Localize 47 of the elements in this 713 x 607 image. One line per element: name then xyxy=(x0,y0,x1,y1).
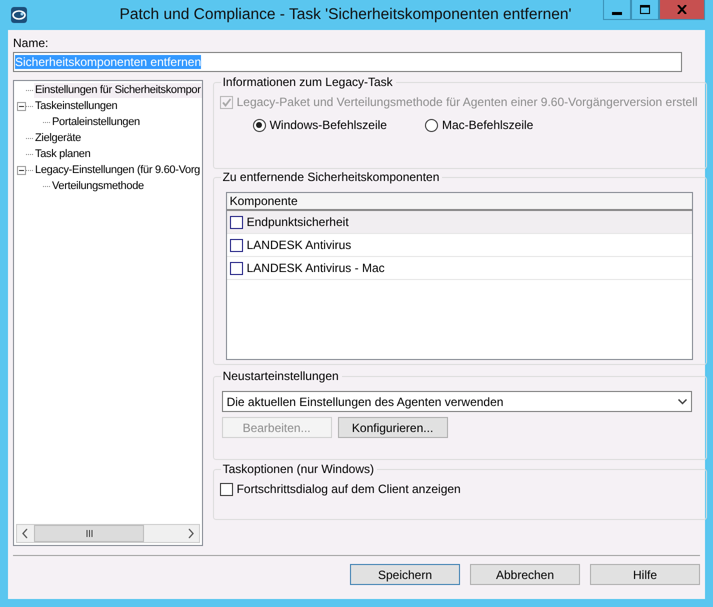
radio-button[interactable] xyxy=(252,118,266,132)
tree-item[interactable]: Task planen xyxy=(34,146,92,162)
scrollbar-thumb[interactable] xyxy=(34,525,144,542)
group-title: Informationen zum Legacy-Task xyxy=(220,75,396,89)
dialog-button[interactable]: Hilfe xyxy=(590,564,700,585)
table-row[interactable]: LANDESK Antivirus xyxy=(226,234,692,257)
dialog-button[interactable]: Speichern xyxy=(350,564,460,585)
component-name: Endpunktsicherheit xyxy=(246,215,349,229)
table-row[interactable]: LANDESK Antivirus - Mac xyxy=(226,257,692,280)
checkbox[interactable] xyxy=(230,216,243,228)
group-title: Zu entfernende Sicherheitskomponenten xyxy=(220,170,442,184)
maximize-button[interactable] xyxy=(631,0,659,20)
window-title: Patch und Compliance - Task 'Sicherheitskomponenten entfernen' xyxy=(118,6,572,24)
group-title: Neustarteinstellungen xyxy=(220,369,342,383)
component-name: LANDESK Antivirus xyxy=(246,238,352,252)
tree-item[interactable]: Portaleinstellungen xyxy=(51,114,141,130)
checkbox[interactable] xyxy=(230,238,243,252)
radio-label: Windows-Befehlszeile xyxy=(270,118,387,132)
table-row[interactable]: Endpunktsicherheit xyxy=(226,211,692,234)
minimize-button[interactable] xyxy=(603,0,631,20)
close-button[interactable] xyxy=(659,0,705,20)
tree-item[interactable]: Zielgeräte xyxy=(34,130,82,146)
close-icon xyxy=(677,5,687,14)
checkbox[interactable] xyxy=(230,262,243,274)
group-title: Taskoptionen (nur Windows) xyxy=(220,462,377,476)
tree-item[interactable]: Legacy-Einstellungen (für 9.60-Vorg xyxy=(34,162,201,178)
radio-label: Mac-Befehlszeile xyxy=(442,118,534,132)
horizontal-scrollbar[interactable] xyxy=(16,524,200,543)
name-label: Name: xyxy=(13,36,50,50)
restart-dropdown[interactable]: Die aktuellen Einstellungen des Agenten verwenden xyxy=(222,391,692,412)
checkbox-label: Legacy-Paket und Verteilungsmethode für Agenten einer 9.60-Vorgängerversion erstell xyxy=(236,95,698,109)
tree-item[interactable]: Taskeinstellungen xyxy=(34,98,118,114)
maximize-icon xyxy=(640,5,650,14)
tree-item[interactable]: Einstellungen für Sicherheitskompor xyxy=(34,82,202,98)
app-icon xyxy=(10,6,28,24)
grip-icon xyxy=(86,530,92,537)
checkbox[interactable] xyxy=(220,482,233,496)
collapse-icon[interactable] xyxy=(17,166,26,174)
radio-button[interactable] xyxy=(424,118,438,132)
tree-item[interactable]: Verteilungsmethode xyxy=(51,178,145,194)
minimize-icon xyxy=(612,12,622,14)
component-name: LANDESK Antivirus - Mac xyxy=(246,261,385,275)
checkbox-label: Fortschrittsdialog auf dem Client anzeigen xyxy=(236,482,461,496)
dialog-button[interactable]: Abbrechen xyxy=(470,564,580,585)
collapse-icon[interactable] xyxy=(17,102,26,110)
restart-action-button[interactable]: Konfigurieren... xyxy=(338,417,448,438)
column-header[interactable]: Komponente xyxy=(226,194,298,208)
